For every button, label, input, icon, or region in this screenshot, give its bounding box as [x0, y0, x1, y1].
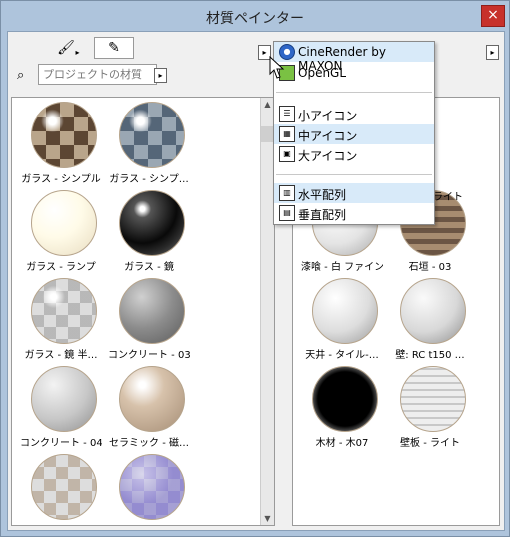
menu-item-medium-icons[interactable]: ▦ 中アイコン	[274, 124, 434, 144]
project-materials-panel[interactable]: ガラス - シンプル ガラス - シンプ… ガラス - ランプ ガラス - 鏡ガラス …	[11, 97, 275, 526]
left-scrollbar[interactable]: ▲ ▼	[260, 98, 274, 525]
left-material-label: セラミック - 磁…	[109, 438, 189, 448]
menu-item-large-icons[interactable]: ▣ 大アイコン	[274, 144, 434, 164]
menu-item-horizontal-layout[interactable]: ▥ 水平配列	[274, 183, 434, 203]
right-material-label: 壁: RC t150 …	[395, 350, 465, 360]
right-material-item[interactable]: 壁: RC t150 …	[389, 278, 471, 364]
left-material-label: ガラス - シンプ…	[109, 174, 189, 184]
left-material-item[interactable]	[108, 454, 190, 540]
right-material-item[interactable]: 天井 - タイル-…	[301, 278, 383, 364]
scroll-up-icon[interactable]: ▲	[262, 99, 273, 110]
left-material-item[interactable]: ガラス - シンプ…	[108, 102, 190, 188]
left-material-label: ガラス - シンプル	[21, 174, 101, 184]
partial-label: ライト	[433, 192, 463, 203]
horizontal-layout-icon: ▥	[279, 185, 295, 201]
left-material-item[interactable]: コンクリート - 03	[108, 278, 190, 364]
left-material-item[interactable]: コンクリート - 04	[20, 366, 102, 452]
left-material-item[interactable]	[20, 454, 102, 540]
left-material-thumbnail	[31, 366, 97, 432]
brush-menu-arrow[interactable]: ▸	[72, 46, 83, 59]
search-icon: ⌕	[17, 68, 25, 83]
search-dropdown-arrow[interactable]: ▸	[154, 68, 167, 83]
search-placeholder: プロジェクトの材質	[43, 68, 142, 81]
left-material-thumbnail	[31, 454, 97, 520]
eyedropper-tool[interactable]: ✎	[94, 37, 134, 59]
left-material-thumbnail	[119, 366, 185, 432]
menu-item-vertical-layout[interactable]: ▤ 垂直配列	[274, 203, 434, 223]
left-material-label: ガラス - ランプ	[26, 262, 96, 272]
mouse-cursor-icon	[269, 56, 285, 79]
right-panel-menu-arrow[interactable]: ▸	[486, 45, 499, 60]
menu-item-cinerender[interactable]: ● CineRender by MAXON	[274, 42, 434, 73]
left-material-item[interactable]: ガラス - 鏡 半…	[20, 278, 102, 364]
left-material-thumbnail	[31, 190, 97, 256]
left-material-item[interactable]: ガラス - シンプル	[20, 102, 102, 188]
window-title: 材質ペインター	[206, 11, 304, 27]
left-material-thumbnail	[31, 278, 97, 344]
right-material-thumbnail	[400, 366, 466, 432]
left-material-label: ガラス - 鏡	[124, 262, 174, 272]
close-button[interactable]: ×	[481, 5, 505, 27]
right-material-thumbnail	[312, 278, 378, 344]
left-material-thumbnail	[31, 102, 97, 168]
left-material-item[interactable]: セラミック - 磁…	[108, 366, 190, 452]
large-icons-icon: ▣	[279, 146, 295, 162]
left-material-label	[20, 522, 102, 536]
small-icons-icon: ☰	[279, 106, 295, 122]
search-input[interactable]: プロジェクトの材質	[38, 64, 157, 85]
left-material-thumbnail	[119, 102, 185, 168]
left-material-label: コンクリート - 04	[20, 438, 102, 448]
right-material-label: 天井 - タイル-…	[305, 350, 379, 360]
menu-separator	[276, 92, 432, 93]
renderer-dropdown-menu[interactable]: ● CineRender by MAXON OpenGL ☰ 小アイコン ▦ 中…	[273, 41, 435, 225]
right-material-thumbnail	[400, 278, 466, 344]
material-painter-window: 材質ペインター × 🖌 ▸ ✎ ▸ ▸ ⌕ プロジェクトの材質 ▸ ガラス - …	[0, 0, 510, 537]
right-material-label: 漆喰 - 白 ファイン	[301, 262, 383, 272]
left-material-item[interactable]: ガラス - ランプ	[20, 190, 102, 276]
vertical-layout-icon: ▤	[279, 205, 295, 221]
left-material-item[interactable]: ガラス - 鏡	[108, 190, 190, 276]
menu-item-opengl[interactable]: OpenGL	[274, 63, 434, 83]
right-material-label: 石垣 - 03	[408, 262, 452, 272]
left-material-thumbnail	[119, 190, 185, 256]
scroll-down-icon[interactable]: ▼	[262, 513, 273, 524]
left-material-thumbnail	[119, 454, 185, 520]
menu-item-small-icons[interactable]: ☰ 小アイコン	[274, 104, 434, 124]
right-material-item[interactable]: 木材 - 木07	[301, 366, 383, 452]
right-material-item[interactable]: 壁板 - ライト	[389, 366, 471, 452]
left-material-label	[108, 522, 190, 536]
right-material-label: 壁板 - ライト	[400, 438, 460, 448]
title-bar[interactable]: 材質ペインター ×	[1, 1, 509, 31]
left-material-label: コンクリート - 03	[108, 350, 190, 360]
eyedropper-icon: ✎	[108, 40, 120, 56]
right-material-thumbnail	[312, 366, 378, 432]
left-material-label: ガラス - 鏡 半…	[24, 350, 98, 360]
right-material-label: 木材 - 木07	[315, 438, 369, 448]
medium-icons-icon: ▦	[279, 126, 295, 142]
left-material-thumbnail	[119, 278, 185, 344]
menu-separator-2	[276, 174, 432, 175]
